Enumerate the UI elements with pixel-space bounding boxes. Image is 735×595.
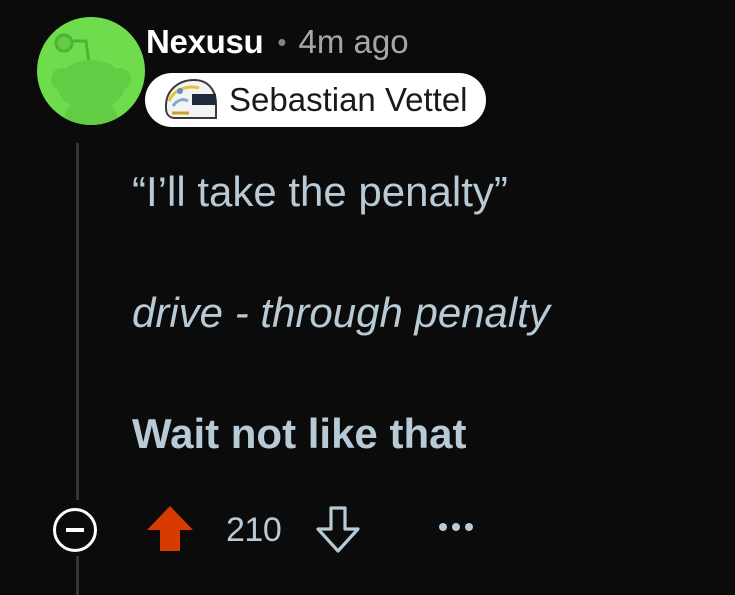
downvote-button[interactable] — [312, 505, 364, 555]
racing-helmet-icon — [164, 78, 217, 119]
arrow-down-icon — [316, 506, 360, 553]
username-link[interactable]: Nexusu — [146, 23, 264, 61]
ellipsis-icon — [439, 523, 473, 531]
comment-body-line-2: drive - through penalty — [132, 289, 550, 336]
upvote-button[interactable] — [145, 505, 195, 553]
collapse-thread-button[interactable] — [53, 508, 97, 552]
timestamp[interactable]: 4m ago — [299, 23, 409, 61]
snoo-avatar-icon — [51, 33, 131, 125]
comment-body-line-3: Wait not like that — [132, 410, 467, 457]
more-options-button[interactable] — [436, 520, 476, 534]
flair-text: Sebastian Vettel — [229, 81, 468, 118]
comment-meta: Nexusu • 4m ago — [146, 20, 409, 64]
avatar[interactable] — [37, 17, 145, 125]
separator-dot: • — [277, 26, 287, 57]
arrow-up-icon — [147, 506, 193, 551]
minus-icon — [66, 528, 84, 532]
user-flair: Sebastian Vettel — [145, 73, 486, 127]
vote-score: 210 — [226, 511, 282, 549]
comment-body-line-1: “I’ll take the penalty” — [132, 168, 508, 215]
